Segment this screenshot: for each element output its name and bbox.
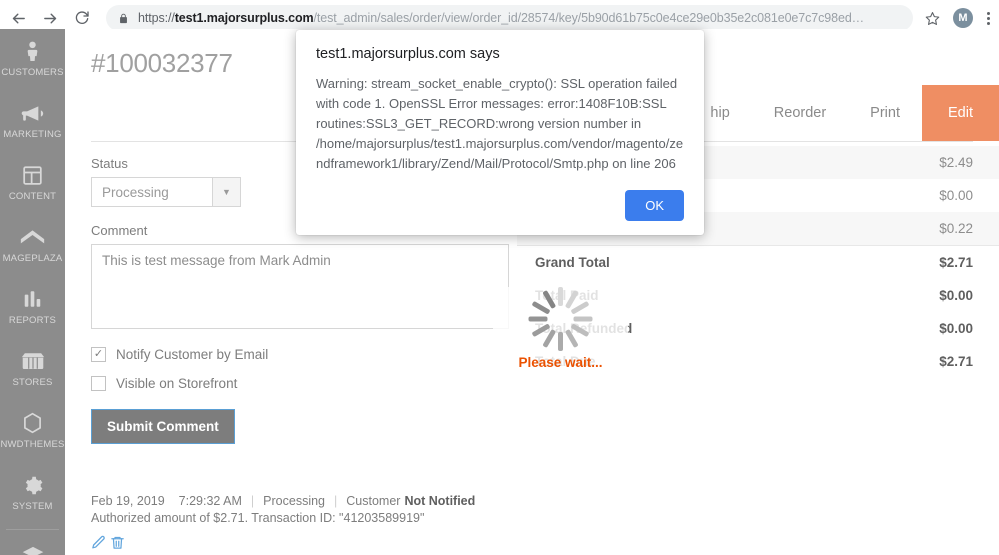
sidebar-item-label: SYSTEM: [12, 501, 53, 512]
spinner-spoke: [570, 323, 590, 338]
pencil-icon[interactable]: [91, 535, 106, 555]
reorder-button-label: Reorder: [773, 105, 827, 121]
spinner-spoke: [558, 332, 563, 351]
gear-icon: [22, 472, 43, 498]
history-actions: [91, 535, 517, 555]
total-value: $2.49: [834, 146, 999, 179]
please-wait-text: Please wait...: [518, 355, 603, 370]
edit-button[interactable]: Edit: [922, 85, 999, 141]
print-button-label: Print: [870, 105, 900, 121]
spinner-spoke: [564, 329, 579, 348]
screen: https://test1.majorsurplus.com/test_admi…: [0, 0, 999, 555]
separator: |: [334, 494, 338, 508]
storefront-icon: [21, 348, 45, 374]
total-label: Grand Total: [517, 245, 835, 279]
total-value: $2.71: [939, 354, 973, 369]
sidebar-item-stores[interactable]: STORES: [0, 339, 65, 401]
forward-arrow-icon[interactable]: [36, 4, 64, 32]
sidebar-item-customers[interactable]: CUSTOMERS: [0, 29, 65, 91]
address-bar[interactable]: https://test1.majorsurplus.com/test_admi…: [106, 5, 913, 31]
url-text: https://test1.majorsurplus.com/test_admi…: [138, 11, 864, 25]
comment-input[interactable]: This is test message from Mark Admin: [91, 244, 509, 329]
sidebar-item-marketing[interactable]: MARKETING: [0, 91, 65, 153]
notify-customer-label: Notify Customer by Email: [116, 347, 269, 362]
edit-button-label: Edit: [948, 105, 973, 121]
print-button[interactable]: Print: [848, 85, 922, 141]
loading-spinner-icon: [528, 287, 593, 351]
spinner-spoke: [558, 287, 563, 306]
visible-storefront-row[interactable]: Visible on Storefront: [91, 376, 517, 391]
hexagon-icon: [22, 410, 43, 436]
reorder-button[interactable]: Reorder: [752, 85, 848, 141]
dialog-actions: OK: [316, 190, 684, 221]
sidebar-item-label: REPORTS: [8, 315, 57, 326]
sidebar-item-label: NWDTHEMES: [0, 439, 65, 450]
chevron-down-icon: ▼: [212, 178, 240, 206]
status-select-value: Processing: [102, 184, 169, 200]
kebab-menu-icon[interactable]: [981, 5, 995, 31]
loading-overlay: Please wait...: [493, 287, 628, 392]
content-layout-icon: [22, 162, 43, 188]
megaphone-icon: [20, 100, 45, 126]
history-customer-state: Not Notified: [404, 494, 476, 508]
sidebar-item-label: STORES: [12, 377, 53, 388]
sidebar-item-content[interactable]: CONTENT: [0, 153, 65, 215]
history-time: 7:29:32 AM: [178, 494, 242, 508]
dialog-title: test1.majorsurplus.com says: [316, 46, 500, 62]
spinner-spoke: [573, 316, 593, 322]
trash-icon[interactable]: [110, 535, 125, 555]
lock-icon: [118, 12, 129, 25]
total-value: $0.00: [939, 321, 973, 336]
total-value: $2.71: [834, 245, 999, 279]
avatar[interactable]: M: [953, 8, 973, 28]
sidebar-item-label: CUSTOMERS: [1, 67, 64, 78]
history-meta: Feb 19, 2019 7:29:32 AM | Processing | C…: [91, 494, 517, 508]
reload-icon[interactable]: [68, 4, 96, 32]
separator: |: [250, 494, 255, 508]
history-customer-prefix: Customer: [346, 494, 401, 508]
total-value: $0.22: [834, 212, 999, 246]
sidebar-item-label: CONTENT: [8, 191, 57, 202]
sidebar-item-system[interactable]: SYSTEM: [0, 463, 65, 525]
history-status: Processing: [263, 494, 326, 508]
url-path: /test_admin/sales/order/view/order_id/28…: [313, 11, 865, 25]
sidebar-item-nwdthemes[interactable]: NWDTHEMES: [0, 401, 65, 463]
spinner-spoke: [570, 300, 590, 315]
sidebar-item-mageplaza[interactable]: MAGEPLAZA: [0, 215, 65, 277]
customers-icon: [23, 38, 42, 64]
sidebar-item-find-partners-extensions[interactable]: ND PARTNERS EXTENSIONS: [0, 534, 65, 555]
mageplaza-chevron-icon: [20, 224, 45, 250]
spinner-spoke: [528, 316, 548, 322]
status-select[interactable]: Processing ▼: [91, 177, 241, 207]
bar-chart-icon: [23, 286, 42, 312]
spinner-spoke: [542, 329, 557, 348]
url-scheme: https://: [138, 11, 175, 25]
history-body: Authorized amount of $2.71. Transaction …: [91, 511, 425, 525]
ok-button[interactable]: OK: [625, 190, 684, 221]
url-host: test1.majorsurplus.com: [174, 11, 314, 25]
bookmark-star-icon[interactable]: [919, 5, 945, 31]
ship-button-label: hip: [710, 105, 730, 121]
javascript-alert-dialog: test1.majorsurplus.com says Warning: str…: [296, 30, 704, 235]
sidebar-divider: [6, 529, 59, 530]
notify-customer-row[interactable]: ✓ Notify Customer by Email: [91, 347, 517, 362]
blocks-icon: [21, 543, 45, 555]
admin-sidebar: CUSTOMERS MARKETING CONTENT MAGEPLAZA RE: [0, 29, 65, 555]
sidebar-item-label: MARKETING: [3, 129, 62, 140]
visible-storefront-label: Visible on Storefront: [116, 376, 238, 391]
history-date: Feb 19, 2019: [91, 494, 165, 508]
back-arrow-icon[interactable]: [4, 4, 32, 32]
order-history-entry: Feb 19, 2019 7:29:32 AM | Processing | C…: [91, 494, 517, 555]
submit-comment-button[interactable]: Submit Comment: [91, 409, 235, 444]
sidebar-item-reports[interactable]: REPORTS: [0, 277, 65, 339]
total-value: $0.00: [939, 288, 973, 303]
visible-storefront-checkbox[interactable]: [91, 376, 106, 391]
notify-customer-checkbox[interactable]: ✓: [91, 347, 106, 362]
total-value: $0.00: [939, 188, 973, 203]
table-row: Grand Total $2.71: [517, 245, 999, 279]
sidebar-item-label: MAGEPLAZA: [2, 253, 63, 264]
dialog-message: Warning: stream_socket_enable_crypto(): …: [316, 76, 684, 171]
